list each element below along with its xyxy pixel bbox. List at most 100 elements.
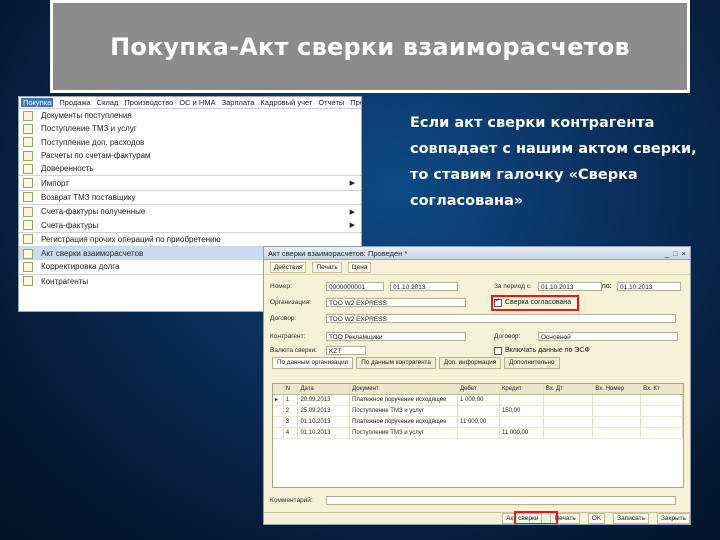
row-marker xyxy=(273,406,284,416)
col-credit[interactable]: Кредит xyxy=(500,384,544,394)
ok-button[interactable]: OK xyxy=(587,513,606,524)
cell-date: 25.09.2013 xyxy=(298,406,351,416)
cell-in-debit xyxy=(544,428,594,438)
save-button[interactable]: Записать xyxy=(613,513,649,524)
row-marker xyxy=(273,417,284,427)
table-row[interactable]: ▸ 1 20.09.2013 Платежное поручение исход… xyxy=(273,395,684,406)
cell-debit xyxy=(458,428,500,438)
menu-enterprise[interactable]: Предприятие xyxy=(350,98,361,107)
menu-item-submenu[interactable]: Счета-фактуры полученные ▶ xyxy=(19,205,361,218)
price-button[interactable]: Цена xyxy=(347,261,372,273)
menu-assets[interactable]: ОС и НМА xyxy=(179,98,215,107)
close-button[interactable]: Закрыть xyxy=(656,513,690,524)
row-marker: ▸ xyxy=(273,395,284,405)
cell-in-number xyxy=(593,428,642,438)
menu-item-submenu[interactable]: Импорт ▶ xyxy=(19,176,361,191)
cell-document: Платежное поручение исходящее xyxy=(350,417,459,427)
table-row[interactable]: 2 25.09.2013 Поступление ТМЗ и услуг 150… xyxy=(273,406,684,417)
maximize-icon[interactable]: □ xyxy=(673,249,678,258)
dogovor-field[interactable]: Основной xyxy=(538,332,678,341)
menu-item[interactable]: Поступление доп. расходов xyxy=(19,136,361,149)
cell-date: 01.10.2013 xyxy=(298,428,351,438)
menu-item[interactable]: Расчеты по счетам-фактурам xyxy=(19,149,361,162)
col-debit[interactable]: Дебет xyxy=(458,384,500,394)
contract-label: Договор: xyxy=(270,315,297,322)
actions-button[interactable]: Действия xyxy=(270,261,307,273)
cell-in-credit xyxy=(641,417,684,427)
cell-debit: 11 000,00 xyxy=(458,417,500,427)
period-row: За период с: 01.10.2013 по: 01.10.2013 xyxy=(494,281,681,292)
table-row[interactable]: 3 01.10.2013 Платежное поручение исходящ… xyxy=(273,417,684,428)
menu-item[interactable]: Поступление ТМЗ и услуг xyxy=(19,122,361,135)
menu-item-submenu[interactable]: Счета-фактуры ▶ xyxy=(19,218,361,233)
col-n[interactable]: N xyxy=(284,384,299,394)
contract-row: Договор: ТОО W2 EXPRESS xyxy=(270,313,676,324)
submenu-arrow-icon: ▶ xyxy=(349,222,355,230)
menu-production[interactable]: Производство xyxy=(124,98,173,107)
submenu-arrow-icon: ▶ xyxy=(349,180,355,188)
number-row: Номер: 0000000001 01.10.2013 xyxy=(270,281,458,292)
date-field[interactable]: 01.10.2013 xyxy=(390,282,458,291)
currency-field[interactable]: KZT xyxy=(326,346,366,355)
col-in-number[interactable]: Вх. Номер xyxy=(593,384,642,394)
minimize-icon[interactable]: _ xyxy=(665,249,669,258)
table-header: N Дата Документ Дебет Кредит Вх. Дт Вх. … xyxy=(273,384,684,395)
counterparty-field[interactable]: ТОО Рекламщики xyxy=(326,332,466,341)
comment-label: Комментарий: xyxy=(270,497,313,504)
tab-extra-info[interactable]: Доп. информация xyxy=(438,357,502,369)
tab-additional[interactable]: Дополнительно xyxy=(504,357,560,369)
col-date[interactable]: Дата xyxy=(298,384,351,394)
print-button[interactable]: Печать xyxy=(312,261,342,273)
menu-warehouse[interactable]: Склад xyxy=(97,98,119,107)
cell-date: 20.09.2013 xyxy=(298,395,351,405)
menu-hr[interactable]: Кадровый учет xyxy=(260,98,312,107)
slide-title-box: Покупка-Акт сверки взаиморасчетов xyxy=(50,0,690,93)
menu-reports[interactable]: Отчеты xyxy=(318,98,344,107)
contract-field[interactable]: ТОО W2 EXPRESS xyxy=(326,314,676,323)
menu-salary[interactable]: Зарплата xyxy=(222,98,255,107)
cell-in-number xyxy=(593,406,642,416)
org-label: Организация: xyxy=(270,299,312,306)
col-document[interactable]: Документ xyxy=(350,384,459,394)
menu-purchase[interactable]: Покупка xyxy=(21,98,54,107)
period-to-field[interactable]: 01.10.2013 xyxy=(617,282,681,291)
menu-item[interactable]: Доверенность xyxy=(19,162,361,177)
comment-field[interactable] xyxy=(326,496,676,505)
col-in-credit[interactable]: Вх. Кт xyxy=(641,384,684,394)
org-field[interactable]: ТОО W2 EXPRESS xyxy=(326,298,466,307)
cell-in-debit xyxy=(544,417,594,427)
cell-credit xyxy=(500,417,544,427)
cell-debit: 1 000,00 xyxy=(458,395,500,405)
menu-item[interactable]: Регистрация прочих операций по приобрете… xyxy=(19,233,361,247)
cell-in-number xyxy=(593,395,642,405)
col-in-debit[interactable]: Вх. Дт xyxy=(544,384,594,394)
documents-table: N Дата Документ Дебет Кредит Вх. Дт Вх. … xyxy=(272,383,684,488)
cell-in-credit xyxy=(641,395,684,405)
include-checkbox[interactable] xyxy=(494,346,502,355)
menu-item[interactable]: Документы поступления xyxy=(19,109,361,122)
catalog-icon xyxy=(23,276,33,287)
dogovor-label: Договор: xyxy=(494,333,521,340)
folder-icon xyxy=(23,178,33,189)
menu-item[interactable]: Возврат ТМЗ поставщику xyxy=(19,191,361,206)
counterparty-row: Контрагент: ТОО Рекламщики xyxy=(270,331,466,342)
table-row[interactable]: 4 01.10.2013 Поступление ТМЗ и услуг 11 … xyxy=(273,428,684,439)
tab-org-data[interactable]: По данным организации xyxy=(272,357,354,369)
document-icon xyxy=(23,123,33,134)
document-icon xyxy=(23,137,33,148)
document-icon xyxy=(23,110,33,121)
close-icon[interactable]: × xyxy=(682,249,686,258)
cell-debit xyxy=(458,406,500,416)
slide-title: Покупка-Акт сверки взаиморасчетов xyxy=(110,32,630,61)
menu-sales[interactable]: Продажа xyxy=(59,98,90,107)
submenu-arrow-icon: ▶ xyxy=(349,208,355,216)
include-label: Включать данные по ЭСФ xyxy=(505,347,590,354)
period-from-field[interactable]: 01.10.2013 xyxy=(538,282,602,291)
document-icon xyxy=(23,220,33,231)
cell-credit: 150,00 xyxy=(500,406,544,416)
include-row: Включать данные по ЭСФ xyxy=(494,345,590,356)
comment-row: Комментарий: xyxy=(270,495,676,506)
tab-counterparty-data[interactable]: По данным контрагента xyxy=(356,357,436,369)
number-field[interactable]: 0000000001 xyxy=(326,282,384,291)
footer-bar: Акт сверки Печать OK Записать Закрыть xyxy=(264,512,690,524)
